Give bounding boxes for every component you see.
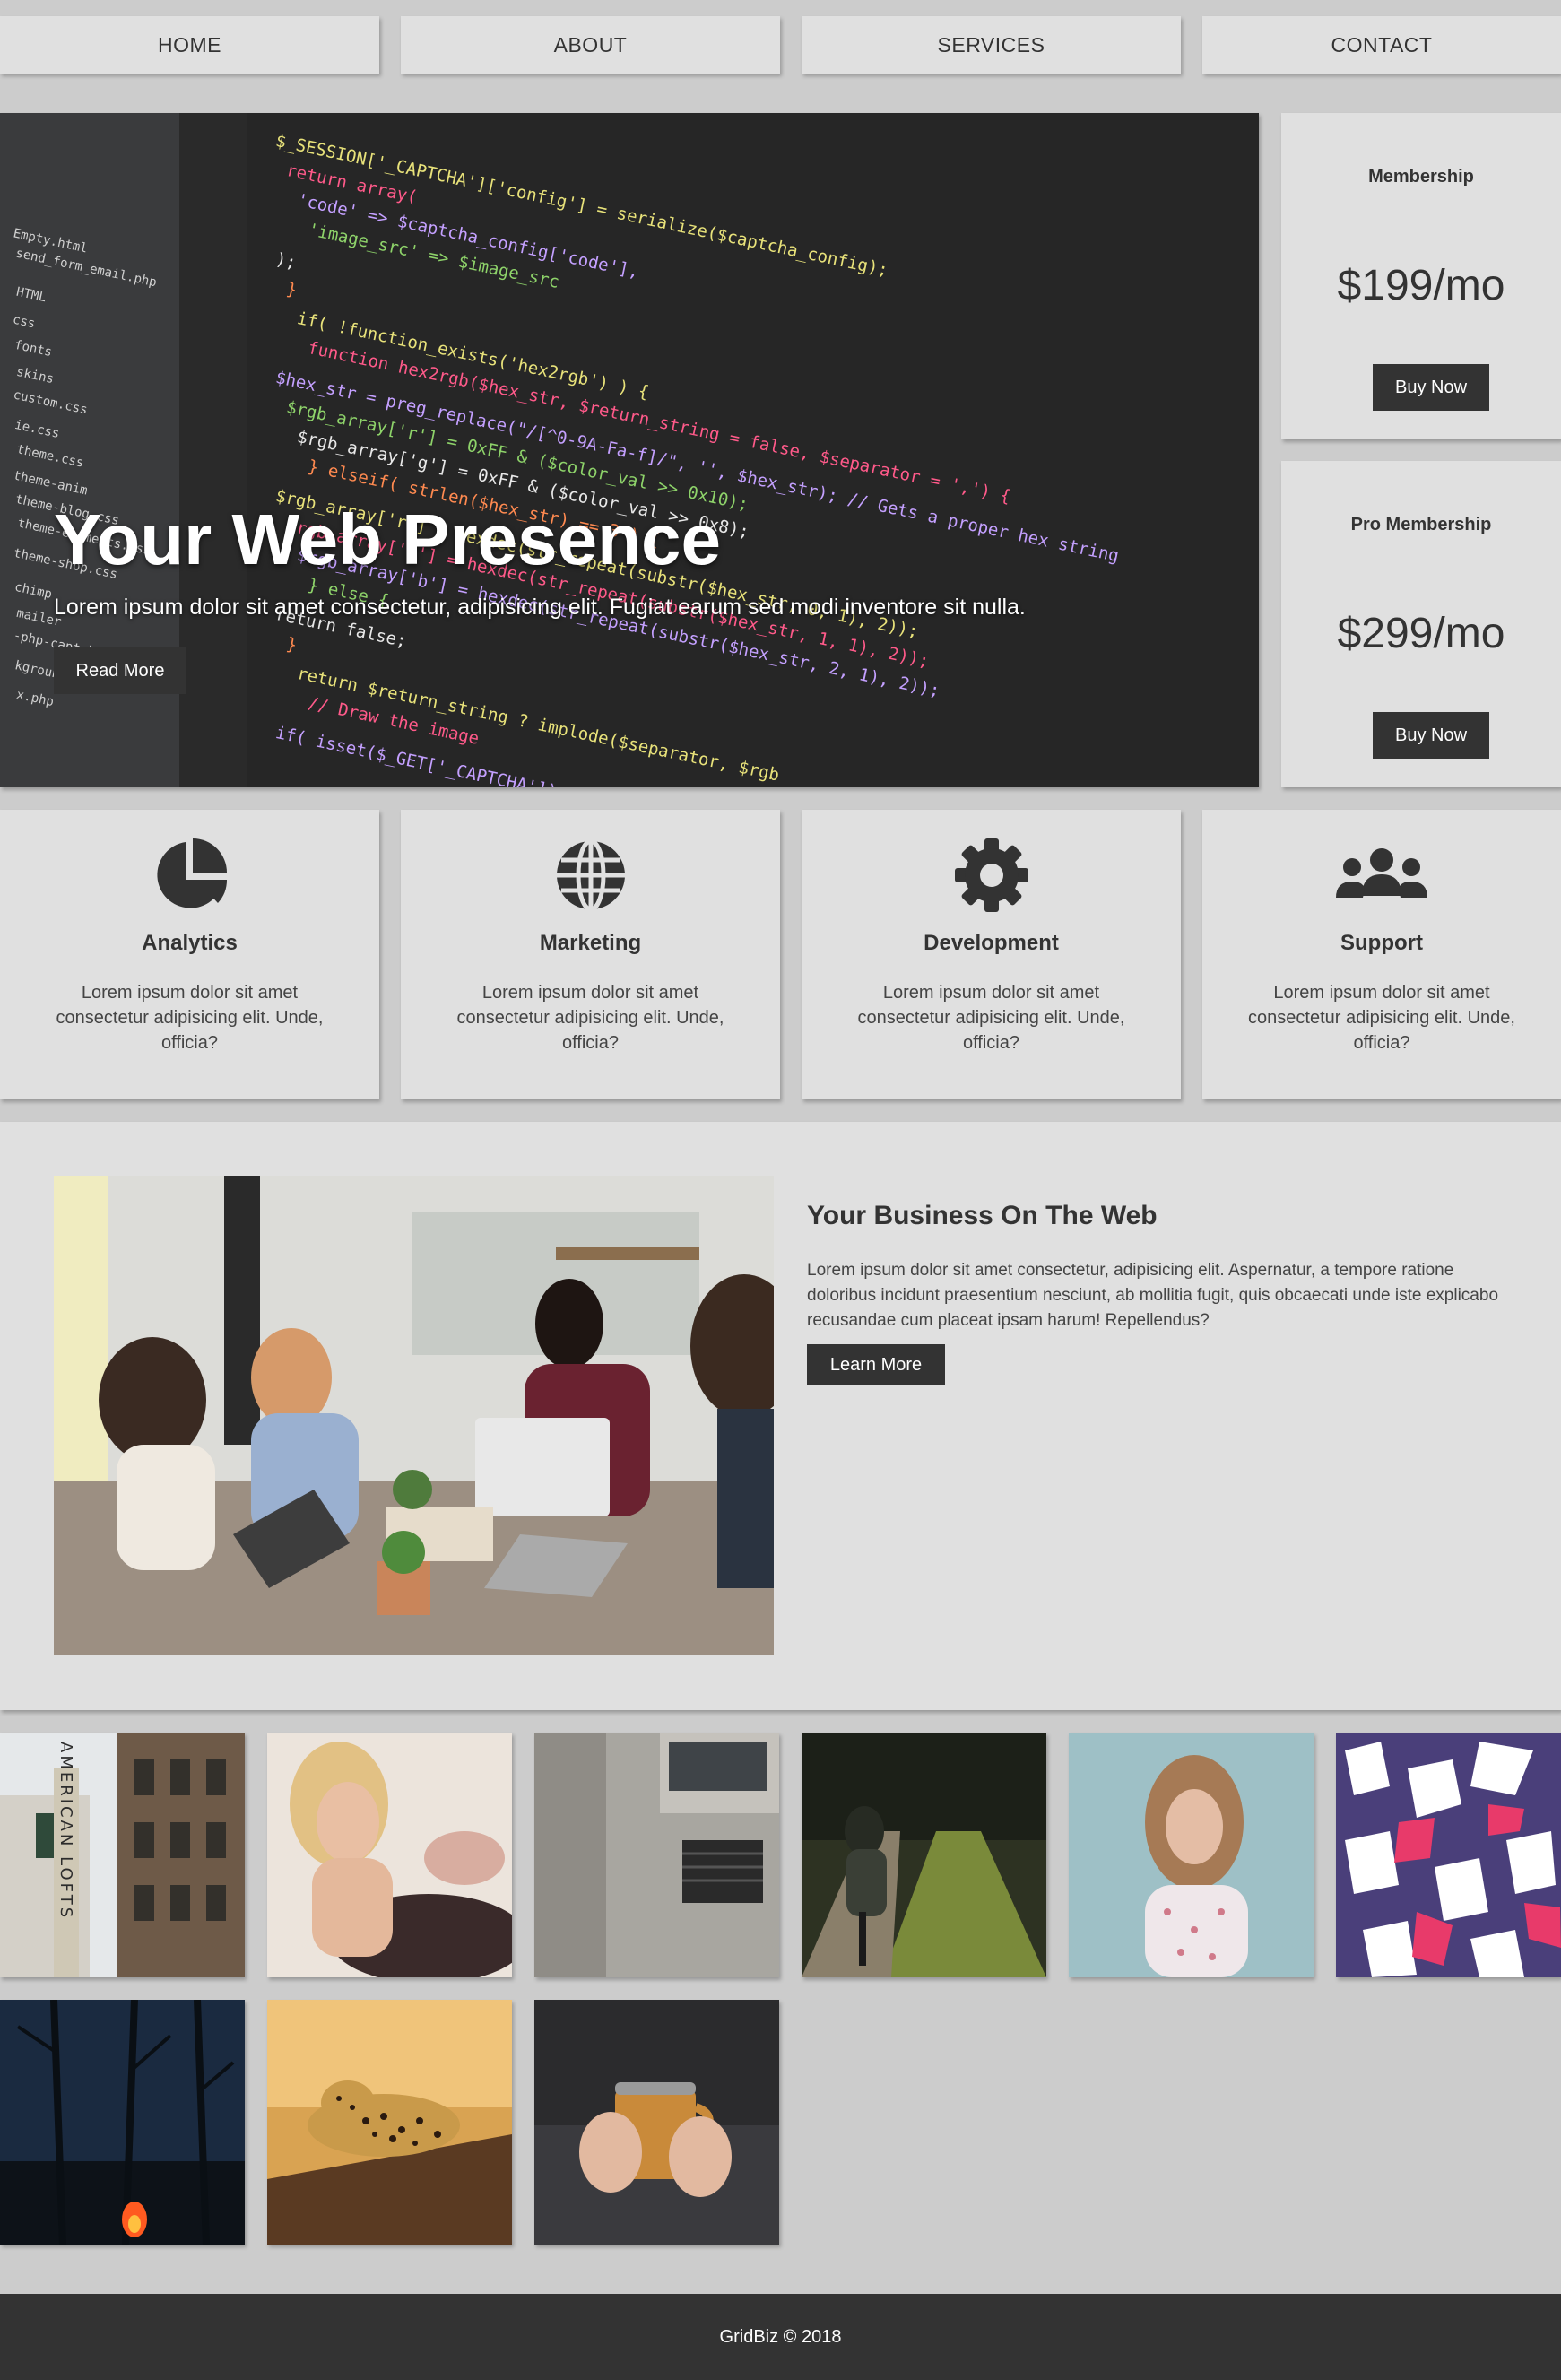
main-nav: HOME ABOUT SERVICES CONTACT	[0, 16, 1561, 74]
pricing-card-membership: Membership $199/mo Buy Now	[1281, 113, 1561, 439]
editor-file-item: css	[11, 312, 37, 332]
gallery-image-mosaic[interactable]	[1336, 1733, 1561, 1977]
globe-icon	[401, 835, 780, 916]
feature-title: Development	[924, 931, 1059, 955]
editor-file-item: fonts	[13, 337, 54, 360]
code-line: }	[284, 634, 299, 656]
code-line: );	[273, 249, 299, 274]
feature-title: Support	[1340, 931, 1423, 955]
feature-description: Lorem ipsum dolor sit amet consectetur a…	[456, 983, 724, 1053]
gear-icon	[802, 835, 1181, 916]
pricing-plan-name: Membership	[1368, 167, 1474, 187]
pricing-plan-price: $299/mo	[1337, 610, 1505, 657]
editor-file-item: custom.css	[12, 387, 90, 418]
editor-file-item: chimp	[13, 579, 54, 603]
feature-card-marketing: Marketing Lorem ipsum dolor sit amet con…	[401, 810, 780, 1099]
read-more-button[interactable]: Read More	[54, 647, 186, 694]
feature-card-support: Support Lorem ipsum dolor sit amet conse…	[1202, 810, 1561, 1099]
pricing-plan-price: $199/mo	[1337, 262, 1505, 309]
gallery-image-mug-hands[interactable]	[534, 2000, 779, 2245]
hero-title: Your Web Presence	[54, 499, 721, 579]
editor-file-item: skins	[14, 364, 56, 387]
users-icon	[1202, 835, 1561, 916]
gallery-image-night-forest[interactable]	[0, 2000, 245, 2245]
business-section: Your Business On The Web Lorem ipsum dol…	[0, 1122, 1561, 1710]
code-line: }	[284, 279, 299, 300]
gallery-image-woman-couch[interactable]	[267, 1733, 512, 1977]
gallery-image-leopard[interactable]	[267, 2000, 512, 2245]
editor-file-item: x.php	[14, 687, 56, 710]
gallery-image-concrete-building[interactable]	[534, 1733, 779, 1977]
feature-card-analytics: Analytics Lorem ipsum dolor sit amet con…	[0, 810, 379, 1099]
nav-about-link[interactable]: ABOUT	[401, 16, 780, 74]
pricing-card-pro-membership: Pro Membership $299/mo Buy Now	[1281, 461, 1561, 787]
feature-description: Lorem ipsum dolor sit amet consectetur a…	[857, 983, 1125, 1053]
american-lofts-sign: AMERICAN LOFTS	[56, 1742, 75, 1920]
nav-contact-link[interactable]: CONTACT	[1202, 16, 1561, 74]
feature-title: Analytics	[142, 931, 238, 955]
gallery-image-woman-floral[interactable]	[1069, 1733, 1314, 1977]
gallery-image-american-lofts[interactable]: AMERICAN LOFTS	[0, 1733, 245, 1977]
feature-card-development: Development Lorem ipsum dolor sit amet c…	[802, 810, 1181, 1099]
editor-file-item: ie.css	[13, 417, 61, 442]
footer-copyright: GridBiz © 2018	[719, 2326, 842, 2347]
feature-description: Lorem ipsum dolor sit amet consectetur a…	[56, 983, 324, 1053]
pie-chart-icon	[0, 835, 379, 916]
buy-now-button[interactable]: Buy Now	[1373, 712, 1489, 759]
gallery-image-cyclist[interactable]	[802, 1733, 1046, 1977]
hero-section: Empty.html send_form_email.php HTML css font…	[0, 113, 1259, 787]
hero-code-background: Empty.html send_form_email.php HTML css font…	[0, 113, 1259, 787]
editor-file-item: theme.css	[15, 442, 85, 471]
learn-more-button[interactable]: Learn More	[807, 1344, 945, 1385]
feature-title: Marketing	[539, 931, 642, 955]
footer: GridBiz © 2018	[0, 2294, 1561, 2380]
team-meeting-photo	[54, 1176, 774, 1655]
business-description: Lorem ipsum dolor sit amet consectetur, …	[807, 1261, 1499, 1330]
pricing-plan-name: Pro Membership	[1350, 515, 1492, 534]
hero-subtitle: Lorem ipsum dolor sit amet consectetur, …	[54, 595, 1026, 620]
editor-file-item: HTML	[14, 284, 48, 306]
nav-services-link[interactable]: SERVICES	[802, 16, 1181, 74]
business-title: Your Business On The Web	[807, 1201, 1158, 1230]
buy-now-button[interactable]: Buy Now	[1373, 364, 1489, 411]
feature-description: Lorem ipsum dolor sit amet consectetur a…	[1248, 983, 1515, 1053]
nav-home-link[interactable]: HOME	[0, 16, 379, 74]
